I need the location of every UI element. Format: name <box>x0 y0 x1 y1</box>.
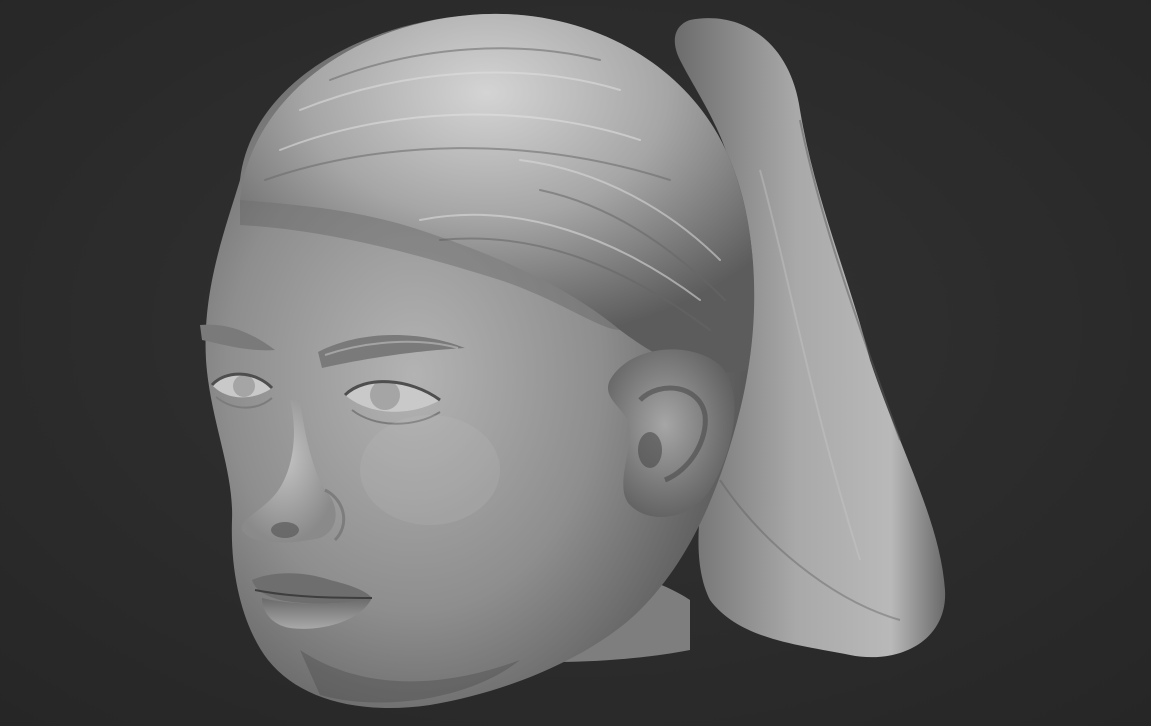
cheek-highlight <box>360 415 500 525</box>
sculpt-viewport[interactable] <box>0 0 1151 726</box>
sculpt-canvas <box>0 0 1151 726</box>
